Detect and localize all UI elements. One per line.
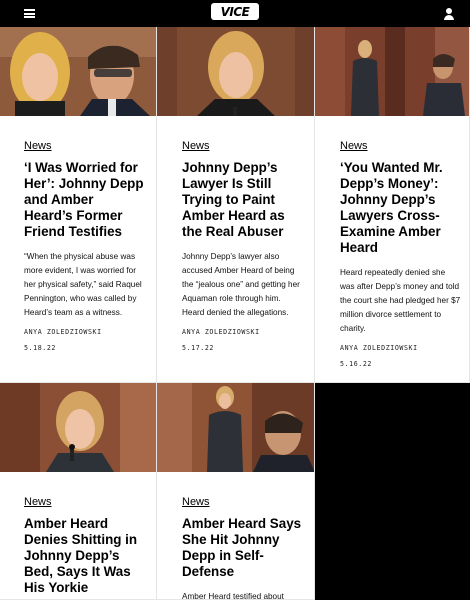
- photo-heard-testifying-image: [0, 383, 156, 472]
- article-dek: Heard repeatedly denied she was after De…: [340, 268, 461, 333]
- vice-logo[interactable]: VICE: [211, 3, 259, 20]
- photo-courtroom-image: [315, 27, 469, 116]
- article-dek: “When the physical abuse was more eviden…: [24, 252, 142, 317]
- article-thumbnail[interactable]: [315, 27, 469, 116]
- article-date: 5.18.22: [24, 344, 56, 352]
- article-thumbnail[interactable]: [157, 383, 314, 472]
- top-navigation-bar: VICE: [0, 0, 470, 27]
- article-thumbnail[interactable]: [0, 383, 156, 472]
- article-thumbnail[interactable]: [157, 27, 314, 116]
- empty-grid-cell: [315, 383, 470, 600]
- category-link[interactable]: News: [24, 140, 52, 152]
- article-card[interactable]: News ‘I Was Worried for Her’: Johnny Dep…: [0, 27, 157, 383]
- article-dek: Amber Heard testified about: [182, 592, 284, 600]
- article-card[interactable]: News ‘You Wanted Mr. Depp’s Money’: John…: [315, 27, 470, 383]
- article-thumbnail[interactable]: [0, 27, 156, 116]
- article-date: 5.17.22: [182, 344, 214, 352]
- article-date: 5.16.22: [340, 360, 372, 368]
- article-headline[interactable]: Johnny Depp’s Lawyer Is Still Trying to …: [182, 160, 302, 240]
- photo-heard-depp-court-image: [157, 383, 314, 472]
- article-headline[interactable]: Amber Heard Says She Hit Johnny Depp in …: [182, 516, 302, 580]
- article-dek: Johnny Depp’s lawyer also accused Amber …: [182, 252, 300, 317]
- category-link[interactable]: News: [340, 140, 368, 152]
- hamburger-menu-icon[interactable]: [24, 9, 35, 18]
- article-card[interactable]: News Johnny Depp’s Lawyer Is Still Tryin…: [157, 27, 315, 383]
- user-icon[interactable]: [442, 7, 456, 21]
- article-headline[interactable]: ‘You Wanted Mr. Depp’s Money’: Johnny De…: [340, 160, 461, 256]
- category-link[interactable]: News: [182, 140, 210, 152]
- article-byline[interactable]: ANYA ZOLEDZIOWSKI: [340, 344, 461, 352]
- article-headline[interactable]: Amber Heard Denies Shitting in Johnny De…: [24, 516, 144, 596]
- article-card[interactable]: News Amber Heard Says She Hit Johnny Dep…: [157, 383, 315, 600]
- photo-heard-court-image: [157, 27, 314, 116]
- category-link[interactable]: News: [182, 496, 210, 508]
- article-headline[interactable]: ‘I Was Worried for Her’: Johnny Depp and…: [24, 160, 144, 240]
- article-byline[interactable]: ANYA ZOLEDZIOWSKI: [182, 328, 302, 336]
- category-link[interactable]: News: [24, 496, 52, 508]
- article-byline[interactable]: ANYA ZOLEDZIOWSKI: [24, 328, 144, 336]
- article-grid: News ‘I Was Worried for Her’: Johnny Dep…: [0, 27, 470, 600]
- photo-heard-depp-image: [0, 27, 156, 116]
- article-card[interactable]: News Amber Heard Denies Shitting in John…: [0, 383, 157, 600]
